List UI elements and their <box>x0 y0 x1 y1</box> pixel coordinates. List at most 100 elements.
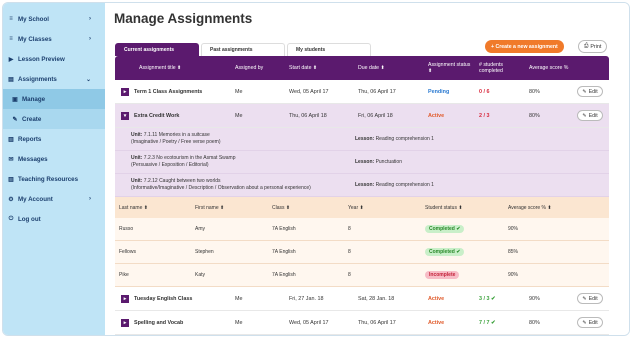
header-students-completed: # students completed <box>479 62 503 74</box>
tab-current-assignments[interactable]: Current assignments <box>115 43 199 56</box>
student-class: 7A English <box>272 272 296 278</box>
create-assignment-button[interactable]: + Create a new assignment <box>485 40 564 53</box>
tab-my-students[interactable]: My students <box>287 43 371 56</box>
header-student-average-score[interactable]: Average score % ⬍ <box>504 205 584 211</box>
sidebar-item-label: Log out <box>18 215 41 223</box>
unit-row: Unit: 7.2.3 No ecotourism in the Asmat S… <box>115 151 609 174</box>
print-button[interactable]: ⎙ Print <box>578 40 608 53</box>
assigned-by: Me <box>235 319 243 326</box>
lesson-name: Reading comprehension 1 <box>375 182 434 188</box>
lesson-info: Lesson: Reading comprehension 1 <box>355 136 434 142</box>
sidebar-item-label: Reports <box>18 135 42 143</box>
sidebar-item-label: Assignments <box>18 75 57 83</box>
header-assignment-status[interactable]: Assignment status ⬍ <box>422 62 473 74</box>
app-frame: ≡ My School › ≡ My Classes › ▶ Lesson Pr… <box>2 2 630 336</box>
sidebar-item-my-account[interactable]: ⚙ My Account › <box>3 189 105 209</box>
assignments-table: Assignment title ⬍ Assigned by Start dat… <box>115 56 609 335</box>
lesson-info: Lesson: Reading comprehension 1 <box>355 182 434 188</box>
students-completed: 2 / 3 <box>479 112 490 119</box>
sidebar-item-create[interactable]: ✎ Create <box>3 109 105 129</box>
status-badge: Incomplete <box>425 271 460 279</box>
clipboard-icon: ▤ <box>8 76 14 83</box>
sidebar-item-label: My School <box>18 15 49 23</box>
start-date: Wed, 05 April 17 <box>289 319 329 326</box>
assignment-title: Tuesday English Class <box>134 295 193 302</box>
header-average-score: Average score % <box>529 65 569 71</box>
chevron-right-icon: › <box>89 36 91 42</box>
edit-button-label: Edit <box>588 295 598 302</box>
unit-label: Unit: <box>131 178 143 184</box>
sidebar-item-manage[interactable]: ▣ Manage <box>3 89 105 109</box>
sidebar-item-reports[interactable]: ▥ Reports <box>3 129 105 149</box>
assignment-status: Active <box>428 112 445 119</box>
lesson-name: Reading comprehension 1 <box>375 136 434 142</box>
chevron-right-icon: › <box>89 16 91 22</box>
lesson-info: Lesson: Punctuation <box>355 159 402 165</box>
sidebar-item-label: My Classes <box>18 35 52 43</box>
power-icon: ⏻ <box>8 215 14 222</box>
edit-button[interactable]: ✎ Edit <box>577 317 603 328</box>
collapse-toggle[interactable]: ▾ <box>121 111 129 120</box>
student-row: Fellows Stephen 7A English 8 Completed ✔… <box>115 241 609 264</box>
student-class: 7A English <box>272 249 296 255</box>
expand-toggle[interactable]: ▸ <box>121 87 129 96</box>
unit-subtitle: (Imaginative / Poetry / Free verse poem) <box>131 139 221 145</box>
assigned-by: Me <box>235 88 243 95</box>
unit-info: Unit: 7.2.12 Caught between two worlds (… <box>115 178 355 192</box>
sidebar-item-assignments[interactable]: ▤ Assignments ⌄ <box>3 69 105 89</box>
header-class[interactable]: Class ⬍ <box>268 205 344 211</box>
unit-name: 7.2.12 Caught between two worlds <box>143 178 221 184</box>
pencil-icon: ✎ <box>582 319 587 326</box>
assignment-title-cell: ▸ Spelling and Vocab <box>115 318 229 327</box>
edit-button[interactable]: ✎ Edit <box>577 86 603 97</box>
header-last-name[interactable]: Last name ⬍ <box>115 205 191 211</box>
header-start-date[interactable]: Start date ⬍ <box>283 65 352 71</box>
pencil-icon: ✎ <box>582 295 587 302</box>
edit-cell: ✎ Edit <box>571 110 609 121</box>
unit-info: Unit: 7.2.3 No ecotourism in the Asmat S… <box>115 155 355 169</box>
sidebar-item-label: My Account <box>18 195 53 203</box>
main-content: Manage Assignments Current assignments P… <box>105 3 629 335</box>
table-row: ▸ Tuesday English Class Me Fri, 27 Jan. … <box>115 287 609 311</box>
student-year: 8 <box>348 249 351 255</box>
edit-button[interactable]: ✎ Edit <box>577 110 603 121</box>
header-assignment-title[interactable]: Assignment title ⬍ <box>115 65 229 71</box>
header-first-name[interactable]: First name ⬍ <box>191 205 268 211</box>
unit-info: Unit: 7.1.11 Memories in a suitcase (Ima… <box>115 132 355 146</box>
students-completed: 3 / 3 ✔ <box>479 295 496 302</box>
student-year: 8 <box>348 226 351 232</box>
status-badge: Completed ✔ <box>425 248 465 256</box>
student-last-name: Fellows <box>119 249 136 255</box>
student-first-name: Amy <box>195 226 205 232</box>
table-header: Assignment title ⬍ Assigned by Start dat… <box>115 56 609 80</box>
sidebar-item-log-out[interactable]: ⏻ Log out <box>3 209 105 229</box>
sidebar-item-my-school[interactable]: ≡ My School › <box>3 9 105 29</box>
edit-button[interactable]: ✎ Edit <box>577 293 603 304</box>
assignment-title: Extra Credit Work <box>134 112 180 119</box>
expand-toggle[interactable]: ▸ <box>121 318 129 327</box>
table-row: ▸ Spelling and Vocab Me Wed, 05 April 17… <box>115 311 609 335</box>
header-student-status[interactable]: Student status ⬍ <box>421 205 504 211</box>
sidebar-item-lesson-preview[interactable]: ▶ Lesson Preview <box>3 49 105 69</box>
chart-icon: ▥ <box>8 136 14 143</box>
edit-cell: ✎ Edit <box>571 317 609 328</box>
student-status-cell: Incomplete <box>421 271 504 279</box>
gear-icon: ⚙ <box>8 196 14 203</box>
student-first-name: Katy <box>195 272 206 278</box>
tab-past-assignments[interactable]: Past assignments <box>201 43 285 56</box>
sidebar-item-label: Teaching Resources <box>18 175 79 183</box>
sidebar-item-teaching-resources[interactable]: ▥ Teaching Resources <box>3 169 105 189</box>
sidebar-item-my-classes[interactable]: ≡ My Classes › <box>3 29 105 49</box>
edit-cell: ✎ Edit <box>571 86 609 97</box>
table-row: ▾ Extra Credit Work Me Thu, 06 April 18 … <box>115 104 609 128</box>
printer-icon: ⎙ <box>584 43 589 49</box>
edit-button-label: Edit <box>588 319 598 326</box>
assignment-title: Term 1 Class Assignments <box>134 88 203 95</box>
header-due-date[interactable]: Due date ⬍ <box>352 65 422 71</box>
header-year[interactable]: Year ⬍ <box>344 205 421 211</box>
header-assigned-by: Assigned by <box>235 65 264 71</box>
expand-toggle[interactable]: ▸ <box>121 294 129 303</box>
unit-row: Unit: 7.2.12 Caught between two worlds (… <box>115 174 609 197</box>
sidebar: ≡ My School › ≡ My Classes › ▶ Lesson Pr… <box>3 3 105 335</box>
sidebar-item-messages[interactable]: ✉ Messages <box>3 149 105 169</box>
